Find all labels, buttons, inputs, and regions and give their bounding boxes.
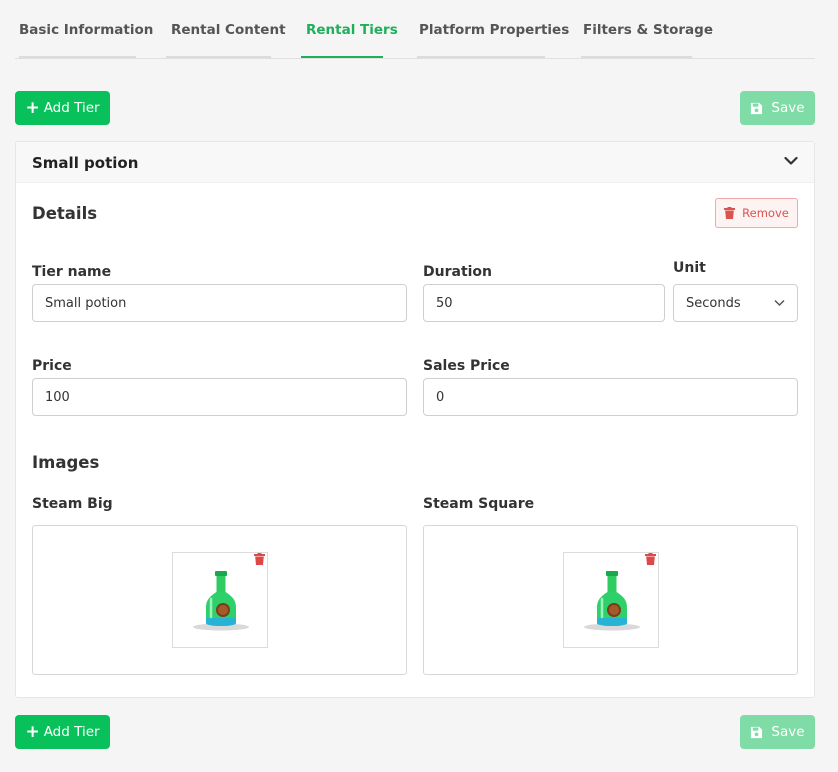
- price-value: 100: [45, 389, 70, 405]
- tab-label: Platform Properties: [419, 22, 570, 38]
- trash-icon: [724, 207, 736, 219]
- chevron-down-icon[interactable]: [784, 156, 798, 166]
- tab-rental-tiers[interactable]: Rental Tiers: [301, 0, 398, 58]
- tab-label: Basic Information: [19, 22, 154, 38]
- unit-value: Seconds: [686, 295, 741, 311]
- add-tier-button[interactable]: + Add Tier: [15, 91, 110, 125]
- save-button-bottom[interactable]: Save: [740, 715, 815, 749]
- tab-label: Rental Content: [171, 22, 286, 38]
- details-heading: Details: [32, 204, 98, 223]
- potion-bottle-icon: [584, 571, 640, 631]
- add-tier-button-bottom[interactable]: + Add Tier: [15, 715, 110, 749]
- tab-platform-properties[interactable]: Platform Properties: [417, 0, 569, 58]
- floppy-disk-icon: [751, 102, 763, 114]
- tab-underline: [166, 56, 271, 58]
- unit-label: Unit: [673, 260, 706, 276]
- potion-bottle-icon: [193, 571, 249, 631]
- tab-filters-storage[interactable]: Filters & Storage: [581, 0, 713, 58]
- remove-label: Remove: [742, 206, 789, 220]
- tab-label: Rental Tiers: [306, 22, 398, 38]
- tab-underline: [19, 56, 136, 58]
- steam-big-label: Steam Big: [32, 496, 113, 512]
- duration-value: 50: [436, 295, 453, 311]
- tab-label: Filters & Storage: [583, 22, 713, 38]
- steam-square-label: Steam Square: [423, 496, 535, 512]
- steam-big-thumbnail: [172, 552, 268, 648]
- tier-name-input[interactable]: Small potion: [32, 284, 407, 322]
- tier-card-header[interactable]: Small potion: [16, 142, 814, 183]
- tab-underline: [301, 56, 383, 58]
- chevron-down-icon: [774, 299, 785, 307]
- remove-tier-button[interactable]: Remove: [715, 198, 798, 228]
- trash-icon[interactable]: [645, 553, 656, 565]
- images-heading: Images: [32, 453, 100, 472]
- tier-name-value: Small potion: [45, 295, 127, 311]
- tab-basic-information[interactable]: Basic Information: [19, 0, 153, 58]
- sales-price-value: 0: [436, 389, 445, 405]
- tab-underline: [581, 56, 692, 58]
- duration-input[interactable]: 50: [423, 284, 665, 322]
- add-tier-label: Add Tier: [43, 724, 100, 740]
- tab-underline: [417, 56, 545, 58]
- price-label: Price: [32, 358, 72, 374]
- unit-select[interactable]: Seconds: [673, 284, 798, 322]
- save-label: Save: [771, 100, 805, 116]
- steam-big-dropzone[interactable]: [32, 525, 407, 675]
- price-input[interactable]: 100: [32, 378, 407, 416]
- plus-icon: +: [25, 97, 40, 118]
- trash-icon[interactable]: [254, 553, 265, 565]
- sales-price-input[interactable]: 0: [423, 378, 798, 416]
- add-tier-label: Add Tier: [43, 100, 100, 116]
- duration-label: Duration: [423, 264, 493, 280]
- steam-square-thumbnail: [563, 552, 659, 648]
- tab-bar: Basic Information Rental Content Rental …: [15, 0, 815, 59]
- steam-square-dropzone[interactable]: [423, 525, 798, 675]
- tier-card: Small potion Details Remove Tier name Sm…: [15, 141, 815, 698]
- save-label: Save: [771, 724, 805, 740]
- sales-price-label: Sales Price: [423, 358, 510, 374]
- tier-name-label: Tier name: [32, 264, 112, 280]
- tab-rental-content[interactable]: Rental Content: [166, 0, 286, 58]
- save-button[interactable]: Save: [740, 91, 815, 125]
- floppy-disk-icon: [751, 726, 763, 738]
- plus-icon: +: [25, 721, 40, 742]
- tier-card-title: Small potion: [32, 154, 139, 172]
